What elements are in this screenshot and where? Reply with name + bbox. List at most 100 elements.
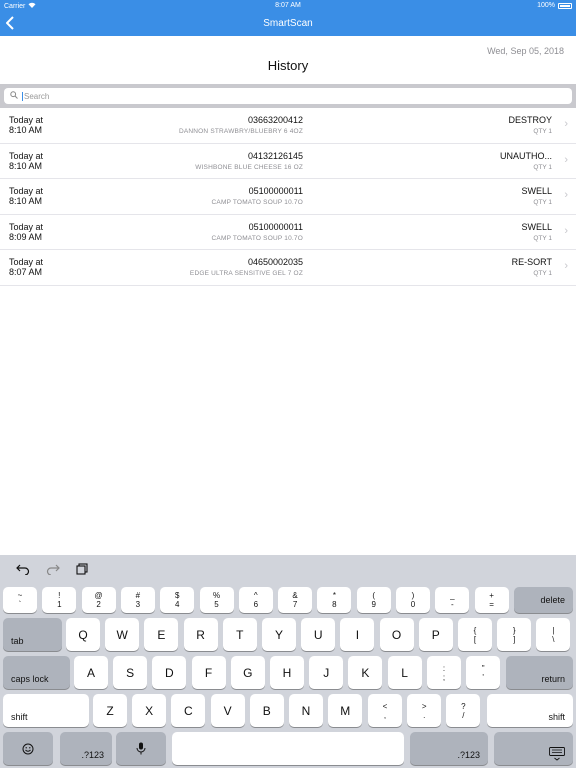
letter-key[interactable]: Z [93, 694, 127, 727]
history-row[interactable]: Today at 8:10 AM 04132126145 WISHBONE BLU… [0, 144, 576, 179]
key-shift-char: ? [461, 701, 466, 711]
key-char: 7 [292, 600, 298, 609]
return-key[interactable]: return [506, 656, 573, 689]
symbol-key[interactable]: ^ 6 [238, 587, 273, 613]
delete-key[interactable]: delete [514, 587, 573, 613]
paste-icon[interactable] [76, 563, 88, 578]
emoji-key[interactable] [3, 732, 53, 765]
letter-key[interactable]: G [230, 656, 265, 689]
symbol-key[interactable]: #3 [120, 587, 155, 613]
redo-icon[interactable] [46, 563, 60, 578]
numbers-key-right[interactable]: .?123 [410, 732, 488, 765]
history-row[interactable]: Today at 8:10 AM 03663200412 DANNON STRAW… [0, 108, 576, 144]
symbol-key[interactable]: ? / [446, 694, 481, 727]
symbol-key[interactable]: | \ [536, 618, 571, 651]
history-status: RE-SORT [511, 257, 552, 267]
symbol-key[interactable]: <, [368, 694, 402, 727]
status-time: 8:07 AM [275, 2, 301, 9]
symbol-key[interactable]: {[ [458, 618, 492, 651]
letter-key[interactable]: L [387, 656, 422, 689]
key-shift-char: | [552, 625, 555, 635]
nav-title: SmartScan [263, 18, 313, 29]
history-status: DESTROY [508, 115, 552, 125]
key-char: / [462, 710, 465, 720]
history-barcode: 05100000011 [248, 186, 303, 196]
symbol-key[interactable]: % 5 [199, 587, 234, 613]
shift-left-key[interactable]: shift [3, 694, 89, 727]
navigation-bar: SmartScan [0, 12, 576, 36]
letter-key[interactable]: Q [66, 618, 100, 651]
undo-icon[interactable] [16, 563, 30, 578]
symbol-key[interactable]: " ' [466, 656, 501, 689]
letter-key[interactable]: J [309, 656, 344, 689]
page-title: History [267, 58, 309, 73]
key-char: ' [482, 672, 484, 682]
history-barcode: 04132126145 [247, 150, 303, 161]
chevron-right-icon: › [564, 153, 568, 166]
letter-key[interactable]: I [340, 618, 375, 651]
symbol-key[interactable]: ! 1 [42, 587, 77, 613]
letter-key[interactable]: V [210, 694, 245, 727]
history-description: CAMP TOMATO SOUP 10.7O [211, 199, 303, 206]
history-time: Today at 8:10 AM [9, 150, 44, 171]
history-row[interactable]: Today at 8:07 AM 04650002035 EDGE ULTRA S… [0, 250, 576, 286]
history-quantity: QTY 1 [533, 234, 552, 242]
history-quantity: QTY 1 [533, 270, 552, 277]
symbol-key[interactable]: $4 [160, 587, 195, 613]
letter-key[interactable]: Y [262, 618, 296, 651]
search-icon [10, 91, 18, 101]
key-char: 9 [371, 600, 376, 609]
key-shift-char: ) [411, 591, 415, 600]
letter-key[interactable]: E [144, 618, 179, 651]
letter-key[interactable]: M [328, 694, 363, 727]
chevron-right-icon: › [564, 224, 568, 237]
letter-key[interactable]: T [222, 618, 257, 651]
symbol-key[interactable]: (9 [356, 587, 391, 613]
key-shift-char: ( [372, 591, 376, 600]
history-row[interactable]: Today at 8:10 AM 05100000011 CAMP TOMATO … [0, 179, 576, 215]
symbol-key[interactable]: >. [407, 694, 442, 727]
letter-key[interactable]: K [348, 656, 383, 689]
letter-key[interactable]: D [152, 656, 187, 689]
numbers-key-left[interactable]: .?123 [60, 732, 112, 765]
letter-key[interactable]: P [418, 618, 453, 651]
key-shift-char: { [473, 625, 477, 635]
letter-key[interactable]: U [301, 618, 336, 651]
key-char: 5 [214, 600, 219, 609]
symbol-key[interactable]: ) 0 [396, 587, 430, 613]
letter-key[interactable]: C [171, 694, 206, 727]
caps-lock-key[interactable]: caps lock [3, 656, 70, 689]
letter-key[interactable]: O [379, 618, 414, 651]
history-row[interactable]: Today at 8:09 AM 05100000011 CAMP TOMATO … [0, 215, 576, 250]
symbol-key[interactable]: & 7 [278, 587, 313, 613]
search-input[interactable]: Search [4, 88, 572, 104]
symbol-key[interactable]: * 8 [317, 587, 352, 613]
key-shift-char: ^ [253, 591, 258, 600]
hide-keyboard-key[interactable] [494, 732, 573, 765]
history-time: Today at 8:10 AM [9, 115, 44, 135]
symbol-key[interactable]: @2 [81, 587, 116, 613]
letter-key[interactable]: H [270, 656, 304, 689]
symbol-key[interactable]: :; [427, 656, 461, 689]
shift-right-key[interactable]: shift [487, 694, 573, 727]
letter-key[interactable]: S [113, 656, 148, 689]
tab-key[interactable]: tab [3, 618, 62, 651]
letter-key[interactable]: F [191, 656, 226, 689]
history-barcode: 03663200412 [247, 115, 303, 125]
space-bar[interactable] [172, 732, 404, 765]
symbol-key[interactable]: _ - [435, 587, 470, 613]
letter-key[interactable]: X [132, 694, 167, 727]
key-char: 2 [96, 600, 101, 609]
symbol-key[interactable]: ~ ` [3, 587, 37, 613]
history-time: Today at 8:09 AM [9, 221, 44, 242]
key-shift-char: * [332, 591, 336, 600]
letter-key[interactable]: B [249, 694, 284, 727]
key-shift-char: ~ [17, 591, 23, 600]
dictation-key[interactable] [116, 732, 166, 765]
letter-key[interactable]: N [289, 694, 323, 727]
letter-key[interactable]: A [74, 656, 108, 689]
letter-key[interactable]: W [105, 618, 140, 651]
symbol-key[interactable]: + = [474, 587, 509, 613]
symbol-key[interactable]: }] [497, 618, 532, 651]
letter-key[interactable]: R [183, 618, 218, 651]
